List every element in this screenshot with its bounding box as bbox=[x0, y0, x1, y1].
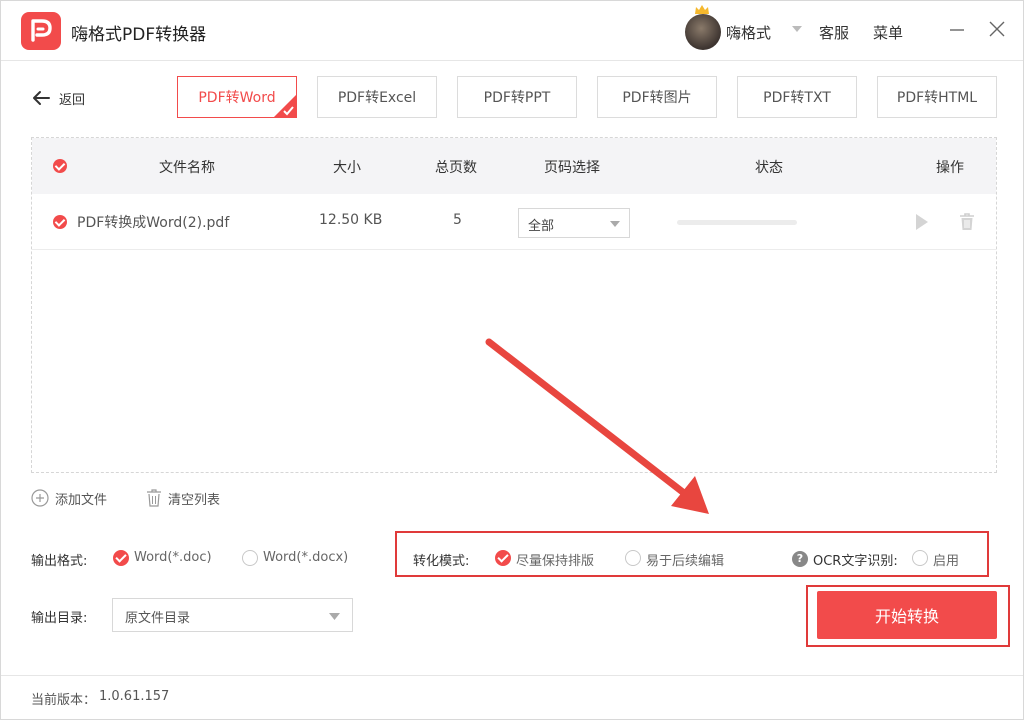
ocr-label: OCR文字识别: bbox=[813, 554, 898, 569]
mode-easy-edit-radio[interactable] bbox=[625, 550, 641, 566]
table-row: PDF转换成Word(2).pdf 12.50 KB 5 全部 bbox=[32, 194, 996, 250]
tab-label: PDF转图片 bbox=[622, 90, 692, 106]
tab-label: PDF转Word bbox=[198, 90, 276, 106]
arrow-left-icon bbox=[33, 91, 50, 105]
tab-label: PDF转Excel bbox=[337, 90, 417, 106]
trash-icon bbox=[147, 489, 161, 507]
row-checkbox[interactable] bbox=[53, 215, 67, 229]
status-bar: 当前版本： 1.0.61.157 bbox=[1, 675, 1023, 719]
tab-pdf-to-txt[interactable]: PDF转TXT bbox=[737, 76, 857, 118]
table-header: 文件名称 大小 总页数 页码选择 状态 操作 bbox=[32, 138, 996, 194]
version-number: 1.0.61.157 bbox=[99, 689, 170, 704]
mode-easy-edit-label[interactable]: 易于后续编辑 bbox=[646, 550, 724, 569]
mode-keep-layout-label[interactable]: 尽量保持排版 bbox=[516, 550, 594, 569]
conversion-mode-label: 转化模式: bbox=[413, 554, 470, 569]
conversion-progress bbox=[677, 220, 797, 225]
ocr-enable-radio[interactable] bbox=[912, 550, 928, 566]
column-header-name: 文件名称 bbox=[159, 160, 215, 176]
clear-list-button[interactable]: 清空列表 bbox=[146, 488, 220, 508]
format-docx-radio[interactable] bbox=[242, 550, 258, 566]
chevron-down-icon bbox=[610, 221, 620, 227]
trash-icon[interactable] bbox=[957, 212, 977, 232]
mode-keep-layout-radio[interactable] bbox=[495, 550, 511, 566]
output-format-label: 输出格式: bbox=[31, 554, 88, 569]
page-range-select[interactable]: 全部 bbox=[518, 208, 630, 238]
title-bar: 嗨格式PDF转换器 嗨格式 客服 菜单 bbox=[1, 1, 1023, 61]
tab-label: PDF转TXT bbox=[763, 90, 831, 106]
back-button[interactable]: 返回 bbox=[31, 87, 85, 109]
avatar[interactable] bbox=[685, 14, 721, 50]
column-header-size: 大小 bbox=[333, 160, 361, 176]
username[interactable]: 嗨格式 bbox=[726, 22, 771, 43]
plus-circle-icon bbox=[31, 489, 49, 507]
add-file-button[interactable]: 添加文件 bbox=[31, 488, 107, 508]
version-label: 当前版本： bbox=[31, 693, 97, 708]
chevron-down-icon bbox=[329, 613, 340, 620]
page-range-value: 全部 bbox=[528, 219, 555, 234]
output-dir-select[interactable]: 原文件目录 bbox=[112, 598, 353, 632]
file-name: PDF转换成Word(2).pdf bbox=[77, 215, 230, 231]
play-icon[interactable] bbox=[911, 212, 931, 232]
file-size: 12.50 KB bbox=[319, 212, 383, 228]
tab-pdf-to-excel[interactable]: PDF转Excel bbox=[317, 76, 437, 118]
app-title: 嗨格式PDF转换器 bbox=[71, 25, 207, 45]
minimize-icon[interactable] bbox=[947, 19, 967, 39]
back-label: 返回 bbox=[59, 92, 86, 108]
tab-pdf-to-word[interactable]: PDF转Word bbox=[177, 76, 297, 118]
column-header-pages: 总页数 bbox=[435, 160, 477, 176]
select-all-checkbox[interactable] bbox=[53, 159, 67, 173]
chevron-down-icon[interactable] bbox=[791, 25, 803, 33]
tab-pdf-to-image[interactable]: PDF转图片 bbox=[597, 76, 717, 118]
column-header-actions: 操作 bbox=[936, 160, 964, 176]
file-list: 文件名称 大小 总页数 页码选择 状态 操作 PDF转换成Word(2).pdf… bbox=[31, 137, 997, 473]
pdf-logo-icon bbox=[21, 12, 61, 50]
app-window: 嗨格式PDF转换器 嗨格式 客服 菜单 返回 PDF转Word PDF转Exce… bbox=[0, 0, 1024, 720]
add-file-label: 添加文件 bbox=[55, 492, 108, 508]
output-dir-label: 输出目录: bbox=[31, 611, 88, 626]
close-icon[interactable] bbox=[987, 19, 1007, 39]
format-doc-radio[interactable] bbox=[113, 550, 129, 566]
menu-link[interactable]: 菜单 bbox=[873, 22, 903, 43]
start-convert-button[interactable]: 开始转换 bbox=[817, 591, 997, 639]
tab-label: PDF转PPT bbox=[483, 90, 551, 106]
clear-list-label: 清空列表 bbox=[168, 492, 221, 508]
format-docx-label[interactable]: Word(*.docx) bbox=[263, 550, 348, 565]
page-count: 5 bbox=[453, 212, 462, 228]
tab-pdf-to-ppt[interactable]: PDF转PPT bbox=[457, 76, 577, 118]
help-icon[interactable]: ? bbox=[792, 551, 808, 567]
check-corner-icon bbox=[273, 94, 297, 118]
service-link[interactable]: 客服 bbox=[819, 22, 849, 43]
ocr-enable-label[interactable]: 启用 bbox=[933, 550, 959, 569]
column-header-status: 状态 bbox=[755, 160, 783, 176]
tab-pdf-to-html[interactable]: PDF转HTML bbox=[877, 76, 997, 118]
format-doc-label[interactable]: Word(*.doc) bbox=[134, 550, 212, 565]
output-dir-value: 原文件目录 bbox=[125, 611, 191, 626]
column-header-page-select: 页码选择 bbox=[544, 160, 600, 176]
tab-label: PDF转HTML bbox=[896, 90, 978, 106]
